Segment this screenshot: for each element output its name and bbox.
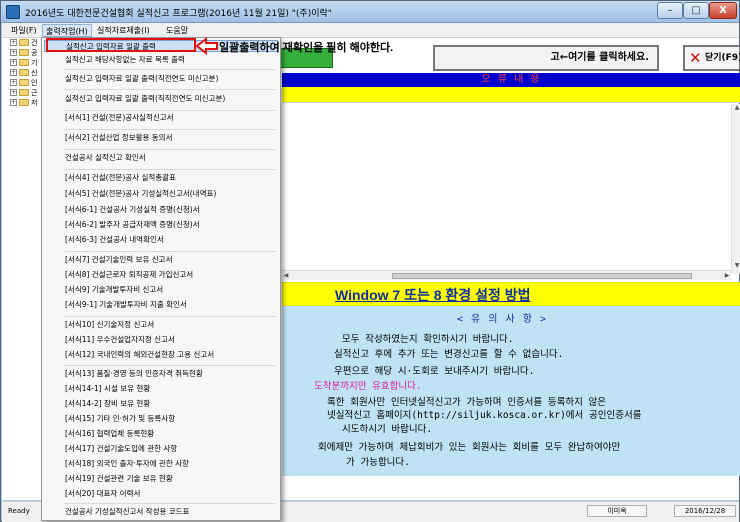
- folder-icon: [19, 49, 29, 56]
- notice-title: < 유 의 사 항 >: [457, 314, 547, 325]
- notice-line: 모두 작성하였는지 확인하시기 바랍니다.: [342, 334, 514, 345]
- menu-item-batch-print-prev2-year[interactable]: 실적신고 입력자료 일괄 출력(직직전연도 미신고분): [44, 93, 278, 105]
- folder-icon: [19, 79, 29, 86]
- menu-separator: [64, 129, 276, 130]
- menu-item-form5[interactable]: [서식5] 건설(전문)공사 기성실적신고서(내역표): [44, 188, 278, 200]
- scroll-right-icon[interactable]: ▶: [723, 271, 731, 281]
- menu-item-form1[interactable]: [서식1] 건설(전문)공사실적신고서: [44, 112, 278, 124]
- menu-item-form4[interactable]: [서식4] 건설(전문)공사 실적총괄표: [44, 172, 278, 184]
- close-f9-button[interactable]: ✕ 닫기(F9): [683, 45, 740, 71]
- menu-item-form13[interactable]: [서식13] 품질·경영 등의 인증자격 취득현황: [44, 368, 278, 380]
- menu-output[interactable]: 출력작업(H): [42, 24, 92, 37]
- menu-separator: [64, 149, 276, 150]
- menu-separator: [64, 251, 276, 252]
- window-title: 2016년도 대한전문건설협회 실적신고 프로그램(2016년 11월 21일)…: [25, 9, 332, 19]
- menu-help[interactable]: 도움말: [163, 24, 191, 37]
- close-window-button[interactable]: X: [709, 2, 737, 19]
- menu-item-form19[interactable]: [서식19] 건설관련 기술 보유 현황: [44, 473, 278, 485]
- horizontal-scrollbar[interactable]: ◀ ▶: [282, 270, 731, 280]
- win7-settings-banner[interactable]: Window 7 또는 8 환경 설정 방법: [282, 282, 740, 306]
- notice-line: 넷실적신고 홈페이지(http://siljuk.kosca.or.kr)에서 …: [327, 410, 642, 421]
- folder-icon: [19, 89, 29, 96]
- expand-icon[interactable]: +: [10, 69, 17, 76]
- output-menu-dropdown: 실적신고 입력자료 일괄 출력 실적신고 해당사항없는 자료 목록 출력 실적신…: [41, 37, 281, 521]
- folder-icon: [19, 99, 29, 106]
- scroll-up-icon[interactable]: ▲: [733, 104, 740, 112]
- menu-item-form11[interactable]: [서식11] 우수건설업자지정 신고서: [44, 334, 278, 346]
- scroll-left-icon[interactable]: ◀: [282, 271, 290, 281]
- minimize-button[interactable]: –: [657, 2, 683, 19]
- error-content: [282, 87, 740, 103]
- menu-item-batch-print-prev-year[interactable]: 실적신고 입력자료 일괄 출력(직전연도 미신고분): [44, 73, 278, 85]
- close-f9-label: 닫기(F9): [705, 53, 740, 63]
- menu-separator: [64, 89, 276, 90]
- expand-icon[interactable]: +: [10, 49, 17, 56]
- status-date: 2016/12/28: [674, 505, 736, 517]
- vertical-scrollbar[interactable]: ▲ ▼: [731, 104, 740, 274]
- menu-item-form15[interactable]: [서식15] 기타 인·허가 및 등록사항: [44, 413, 278, 425]
- folder-icon: [19, 39, 29, 46]
- menu-item-form6-2[interactable]: [서식6-2] 발주자 공급자재액 증명(신청)서: [44, 219, 278, 231]
- maximize-button[interactable]: □: [683, 2, 709, 19]
- menu-bar: 파일(F) 출력작업(H) 실적자료제출(I) 도움말: [2, 23, 739, 38]
- menu-item-form7[interactable]: [서식7] 건설기술인력 보유 신고서: [44, 254, 278, 266]
- menu-separator: [64, 503, 276, 504]
- expand-icon[interactable]: +: [10, 79, 17, 86]
- app-window: 2016년도 대한전문건설협회 실적신고 프로그램(2016년 11월 21일)…: [0, 0, 740, 522]
- menu-separator: [64, 69, 276, 70]
- scroll-down-icon[interactable]: ▼: [733, 262, 740, 270]
- menu-item-confirmation[interactable]: 건설공사 실적신고 확인서: [44, 152, 278, 164]
- expand-icon[interactable]: +: [10, 89, 17, 96]
- expand-icon[interactable]: +: [10, 59, 17, 66]
- menu-separator: [64, 365, 276, 366]
- notice-line: 가 가능합니다.: [346, 457, 410, 468]
- win7-settings-link[interactable]: Window 7 또는 8 환경 설정 방법: [335, 285, 530, 305]
- scroll-thumb[interactable]: [392, 273, 692, 279]
- menu-item-form18[interactable]: [서식18] 외국인 출자·투자에 관한 사항: [44, 458, 278, 470]
- notice-line: 록한 회원사만 인터넷실적신고가 가능하며 인증서를 등록하지 않은: [327, 397, 607, 408]
- menu-item-form20[interactable]: [서식20] 대표자 이력서: [44, 488, 278, 500]
- menu-item-form10[interactable]: [서식10] 신기술지정 신고서: [44, 319, 278, 331]
- expand-icon[interactable]: +: [10, 39, 17, 46]
- menu-item-form2[interactable]: [서식2] 건설산업 정보활용 동의서: [44, 132, 278, 144]
- menu-item-form16[interactable]: [서식16] 협력업체 등록현황: [44, 428, 278, 440]
- status-user: 이미옥: [587, 505, 647, 517]
- menu-separator: [64, 169, 276, 170]
- folder-icon: [19, 69, 29, 76]
- menu-item-form6-1[interactable]: [서식6-1] 건설공사 기성실적 증명(신청)서: [44, 204, 278, 216]
- menu-file[interactable]: 파일(F): [8, 24, 40, 37]
- click-here-button[interactable]: 고←여기를 클릭하세요.: [433, 45, 659, 71]
- menu-item-form8[interactable]: [서식8] 건설근로자 퇴직공제 가입신고서: [44, 269, 278, 281]
- notice-box: < 유 의 사 항 > 모두 작성하였는지 확인하시기 바랍니다. 실적신고 후…: [282, 306, 740, 476]
- menu-item-form9-1[interactable]: [서식9-1] 기술개발투자비 지출 확인서: [44, 299, 278, 311]
- menu-item-form17[interactable]: [서식17] 건설기술도입에 관한 사항: [44, 443, 278, 455]
- expand-icon[interactable]: +: [10, 99, 17, 106]
- menu-item-form12[interactable]: [서식12] 국내인력의 해외건설현장 고용 신고서: [44, 349, 278, 361]
- menu-item-form14-2[interactable]: [서식14-2] 장비 보유 현황: [44, 398, 278, 410]
- menu-submit[interactable]: 실적자료제출(I): [94, 24, 153, 37]
- menu-item-code-table[interactable]: 건설공사 기성실적신고서 작성용 코드표: [44, 506, 278, 518]
- menu-separator: [64, 316, 276, 317]
- notice-line: 우편으로 해당 시·도회로 보내주시기 바랍니다.: [334, 366, 535, 377]
- status-ready: Ready: [8, 507, 30, 515]
- close-icon: ✕: [689, 49, 702, 67]
- notice-line: 시도하시기 바랍니다.: [342, 424, 433, 435]
- title-bar[interactable]: 2016년도 대한전문건설협회 실적신고 프로그램(2016년 11월 21일)…: [1, 1, 739, 23]
- annotation-highlight-box: [46, 38, 196, 52]
- notice-line: 회에제만 가능하며 체납회비가 있는 회원사는 회비를 모두 완납하여야만: [318, 442, 621, 453]
- annotation-callout: 일괄출력하여 재확인을 필히 해야한다.: [219, 42, 394, 54]
- notice-line-highlight: 도착분까지만 유효합니다.: [314, 381, 422, 392]
- annotation-arrow-icon: [196, 37, 218, 55]
- menu-item-na-list-print[interactable]: 실적신고 해당사항없는 자료 목록 출력: [44, 54, 278, 66]
- menu-item-form6-3[interactable]: [서식6-3] 건설공사 내역확인서: [44, 234, 278, 246]
- folder-icon: [19, 59, 29, 66]
- app-icon: [6, 5, 20, 19]
- menu-item-form9[interactable]: [서식9] 기술개발투자비 신고서: [44, 284, 278, 296]
- menu-separator: [64, 110, 276, 111]
- notice-line: 실적신고 후에 추가 또는 변경신고를 할 수 없습니다.: [334, 349, 564, 360]
- error-header: 오 류 내 용: [282, 73, 740, 87]
- menu-item-form14-1[interactable]: [서식14-1] 시설 보유 현황: [44, 383, 278, 395]
